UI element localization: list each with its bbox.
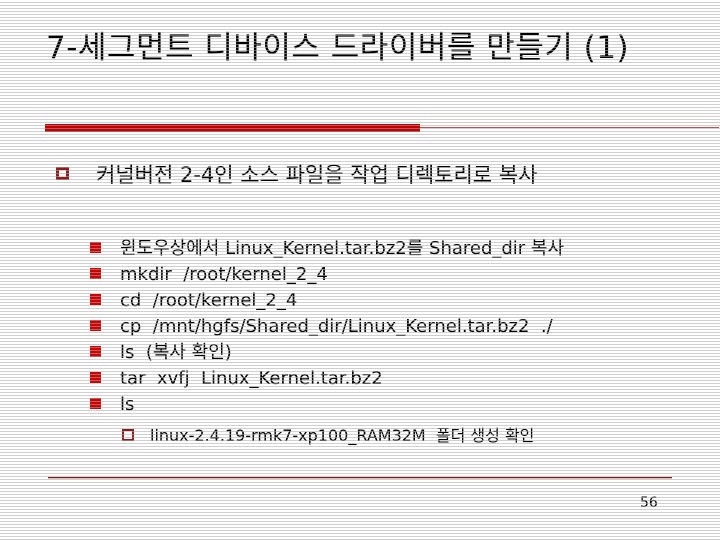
page-number: 56 [640,495,658,511]
hollow-square-bullet-icon [122,429,134,441]
footer-rule-light-line [48,478,672,479]
filled-square-bullet-icon [90,372,101,383]
bullet-level3-list: linux-2.4.19-rmk7-xp100_RAM32M 폴더 생성 확인 [122,423,682,448]
bullet-level3-label: linux-2.4.19-rmk7-xp100_RAM32M 폴더 생성 확인 [150,426,535,445]
title-rule-thick-bar [45,124,420,132]
filled-square-bullet-icon [90,346,101,357]
slide-title: 7-세그먼트 디바이스 드라이버를 만들기 (1) [46,30,630,66]
filled-square-bullet-icon [90,398,101,409]
bullet-level2-item: 윈도우상에서 Linux_Kernel.tar.bz2를 Shared_dir … [90,236,690,262]
title-divider-rule [45,124,719,132]
bullet-level2-item: ls (복사 확인) [90,340,690,366]
bullet-level2-label: tar xvfj Linux_Kernel.tar.bz2 [120,368,383,389]
bullet-level1-item: 커널버전 2-4인 소스 파일을 작업 디렉토리로 복사 [56,160,671,190]
bullet-level2-item: mkdir /root/kernel_2_4 [90,262,690,288]
filled-square-bullet-icon [90,268,101,279]
bullet-level2-label: 윈도우상에서 Linux_Kernel.tar.bz2를 Shared_dir … [120,238,565,259]
bullet-level2-item: ls [90,392,690,418]
bullet-level2-item: cd /root/kernel_2_4 [90,288,690,314]
bullet-level3-item: linux-2.4.19-rmk7-xp100_RAM32M 폴더 생성 확인 [122,423,682,448]
bullet-level2-label: cp /mnt/hgfs/Shared_dir/Linux_Kernel.tar… [120,316,553,337]
filled-square-bullet-icon [90,242,101,253]
bullet-level2-label: cd /root/kernel_2_4 [120,290,298,311]
bullet-level2-item: tar xvfj Linux_Kernel.tar.bz2 [90,366,690,392]
presentation-slide: 7-세그먼트 디바이스 드라이버를 만들기 (1) 커널버전 2-4인 소스 파… [0,0,720,540]
bullet-level2-label: ls [120,394,135,415]
bullet-level2-label: ls (복사 확인) [120,342,232,363]
bullet-level1-label: 커널버전 2-4인 소스 파일을 작업 디렉토리로 복사 [96,163,538,187]
hollow-square-bullet-icon [56,167,69,180]
bullet-level2-list: 윈도우상에서 Linux_Kernel.tar.bz2를 Shared_dir … [90,236,690,418]
filled-square-bullet-icon [90,294,101,305]
filled-square-bullet-icon [90,320,101,331]
bullet-level2-label: mkdir /root/kernel_2_4 [120,264,328,285]
title-rule-thin-line [420,127,719,128]
footer-divider-rule [48,477,672,479]
bullet-level2-item: cp /mnt/hgfs/Shared_dir/Linux_Kernel.tar… [90,314,690,340]
